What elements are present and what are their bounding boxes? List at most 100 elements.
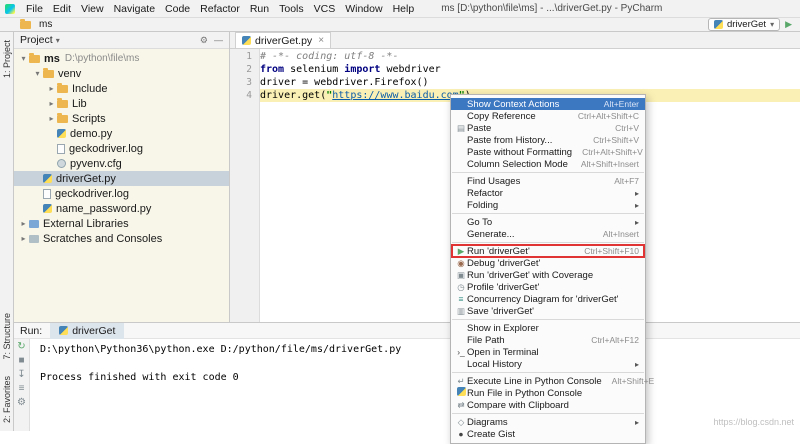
context-menu-item-open-in-terminal[interactable]: ›_ Open in Terminal	[451, 346, 645, 358]
context-menu-item-concurrency-diagram-for-driverget[interactable]: ≡ Concurrency Diagram for 'driverGet'	[451, 293, 645, 305]
menu-code[interactable]: Code	[160, 3, 195, 15]
tree-item-scratches-and-consoles[interactable]: ▸ Scratches and Consoles	[14, 231, 229, 246]
context-menu-item-paste-without-formatting[interactable]: Paste without Formatting Ctrl+Alt+Shift+V	[451, 146, 645, 158]
context-menu-item-folding[interactable]: Folding ▸	[451, 199, 645, 211]
context-menu-item-run-driverget[interactable]: ▶ Run 'driverGet' Ctrl+Shift+F10	[451, 244, 645, 258]
run-panel-title: Run:	[20, 324, 43, 337]
tool-button-2-favorites[interactable]: 2: Favorites	[2, 376, 12, 423]
chevron-expanded-icon[interactable]: ▾	[18, 54, 29, 63]
menu-help[interactable]: Help	[388, 3, 420, 15]
chevron-down-icon[interactable]	[56, 34, 60, 46]
menu-tools[interactable]: Tools	[274, 3, 309, 15]
context-menu-item-run-driverget-with-coverage[interactable]: ▣ Run 'driverGet' with Coverage	[451, 269, 645, 281]
context-menu-item-diagrams[interactable]: ◇ Diagrams ▸	[451, 416, 645, 428]
menu-file[interactable]: File	[21, 3, 48, 15]
menu-separator	[452, 372, 644, 373]
chevron-collapsed-icon[interactable]: ▸	[46, 114, 57, 123]
context-menu-item-copy-reference[interactable]: Copy Reference Ctrl+Alt+Shift+C	[451, 110, 645, 122]
menu-vcs[interactable]: VCS	[309, 3, 341, 15]
menu-item-label: Folding	[467, 199, 499, 211]
gist-icon: ●	[458, 429, 464, 439]
hide-panel-icon[interactable]	[214, 35, 223, 46]
left-tool-strip: 1: Project 7: Structure 2: Favorites	[0, 32, 14, 431]
context-menu-item-paste-from-history[interactable]: Paste from History... Ctrl+Shift+V	[451, 134, 645, 146]
tree-item-include[interactable]: ▸ Include	[14, 81, 229, 96]
settings-icon[interactable]: ⚙	[17, 398, 26, 408]
context-menu-item-local-history[interactable]: Local History ▸	[451, 358, 645, 370]
diagram-icon: ◇	[457, 417, 465, 427]
tree-item-path: D:\python\file\ms	[64, 53, 140, 64]
menu-refactor[interactable]: Refactor	[195, 3, 245, 15]
compare-icon: ⇄	[457, 400, 465, 410]
tool-button-7-structure[interactable]: 7: Structure	[2, 313, 12, 360]
menu-item-label: Open in Terminal	[467, 346, 539, 358]
run-tab-driverget[interactable]: driverGet	[50, 322, 125, 339]
context-menu-item-column-selection-mode[interactable]: Column Selection Mode Alt+Shift+Insert	[451, 158, 645, 170]
scroll-icon[interactable]: ↧	[17, 370, 25, 380]
run-configuration-select[interactable]: driverGet	[707, 18, 781, 31]
tree-item-ms[interactable]: ▾ ms D:\python\file\ms	[14, 51, 229, 66]
context-menu-item-paste[interactable]: ▤ Paste Ctrl+V	[451, 122, 645, 134]
context-menu-item-generate[interactable]: Generate... Alt+Insert	[451, 228, 645, 240]
run-button[interactable]	[785, 19, 792, 30]
editor-line-2[interactable]: 2 from selenium import webdriver	[230, 63, 800, 76]
navigation-breadcrumb[interactable]: ms	[20, 18, 52, 30]
concurrency-icon: ≡	[458, 294, 464, 304]
tree-item-geckodriver-log[interactable]: geckodriver.log	[14, 141, 229, 156]
context-menu-item-debug-driverget[interactable]: ◉ Debug 'driverGet'	[451, 257, 645, 269]
tool-button-1-project[interactable]: 1: Project	[2, 40, 12, 78]
run-config-label: driverGet	[726, 19, 767, 30]
menu-item-label: Paste without Formatting	[467, 146, 573, 158]
context-menu-item-compare-with-clipboard[interactable]: ⇄ Compare with Clipboard	[451, 399, 645, 411]
editor-line-3[interactable]: 3 driver = webdriver.Firefox()	[230, 76, 800, 89]
menu-edit[interactable]: Edit	[48, 3, 76, 15]
context-menu-item-file-path[interactable]: File Path Ctrl+Alt+F12	[451, 334, 645, 346]
editor-line-1[interactable]: 1 # -*- coding: utf-8 -*-	[230, 50, 800, 63]
menu-icon[interactable]: ≡	[19, 384, 25, 394]
stop-icon[interactable]: ■	[18, 356, 24, 366]
context-menu-item-show-context-actions[interactable]: Show Context Actions Alt+Enter	[451, 98, 645, 110]
settings-icon[interactable]	[200, 35, 208, 46]
chevron-collapsed-icon[interactable]: ▸	[18, 219, 29, 228]
run-console[interactable]: D:\python\Python36\python.exe D:/python/…	[30, 339, 800, 431]
tree-item-scripts[interactable]: ▸ Scripts	[14, 111, 229, 126]
context-menu-item-profile-driverget[interactable]: ◷ Profile 'driverGet'	[451, 281, 645, 293]
tree-item-pyvenv-cfg[interactable]: pyvenv.cfg	[14, 156, 229, 171]
tree-item-name-password-py[interactable]: name_password.py	[14, 201, 229, 216]
rerun-icon[interactable]: ↻	[17, 342, 25, 352]
close-icon[interactable]	[318, 35, 324, 46]
context-menu-item-go-to[interactable]: Go To ▸	[451, 216, 645, 228]
menu-separator	[452, 413, 644, 414]
context-menu-item-run-file-in-python-console[interactable]: Run File in Python Console	[451, 387, 645, 399]
tree-item-demo-py[interactable]: demo.py	[14, 126, 229, 141]
folder-icon	[29, 52, 40, 63]
menu-run[interactable]: Run	[245, 3, 274, 15]
tree-item-geckodriver-log[interactable]: geckodriver.log	[14, 186, 229, 201]
menu-item-shortcut: Ctrl+Shift+F10	[584, 246, 639, 256]
line-number: 1	[246, 51, 252, 62]
tree-item-lib[interactable]: ▸ Lib	[14, 96, 229, 111]
tree-item-external-libraries[interactable]: ▸ External Libraries	[14, 216, 229, 231]
chevron-collapsed-icon[interactable]: ▸	[18, 234, 29, 243]
chevron-expanded-icon[interactable]: ▾	[32, 69, 43, 78]
context-menu-item-execute-line-in-python-console[interactable]: ↵ Execute Line in Python Console Alt+Shift…	[451, 375, 654, 387]
chevron-collapsed-icon[interactable]: ▸	[46, 84, 57, 93]
tree-item-venv[interactable]: ▾ venv	[14, 66, 229, 81]
menu-item-label: Run 'driverGet'	[467, 245, 530, 257]
window-title: ms [D:\python\file\ms] - ...\driverGet.p…	[441, 3, 663, 14]
python-icon	[713, 20, 723, 29]
context-menu-item-save-driverget[interactable]: ▥ Save 'driverGet'	[451, 305, 645, 317]
context-menu-item-create-gist[interactable]: ● Create Gist	[451, 428, 645, 440]
menu-window[interactable]: Window	[340, 3, 387, 15]
paste-icon: ▤	[456, 123, 466, 133]
run-toolbar: ↻ ■ ↧ ≡ ⚙	[14, 339, 30, 431]
chevron-collapsed-icon[interactable]: ▸	[46, 99, 57, 108]
context-menu-item-find-usages[interactable]: Find Usages Alt+F7	[451, 175, 645, 187]
context-menu-item-refactor[interactable]: Refactor ▸	[451, 187, 645, 199]
tree-item-label: driverGet.py	[56, 172, 116, 185]
menu-navigate[interactable]: Navigate	[109, 3, 160, 15]
context-menu-item-show-in-explorer[interactable]: Show in Explorer	[451, 322, 645, 334]
tree-item-driverget-py[interactable]: driverGet.py	[14, 171, 229, 186]
editor-tab-driverget[interactable]: driverGet.py	[235, 32, 332, 48]
menu-view[interactable]: View	[76, 3, 109, 15]
